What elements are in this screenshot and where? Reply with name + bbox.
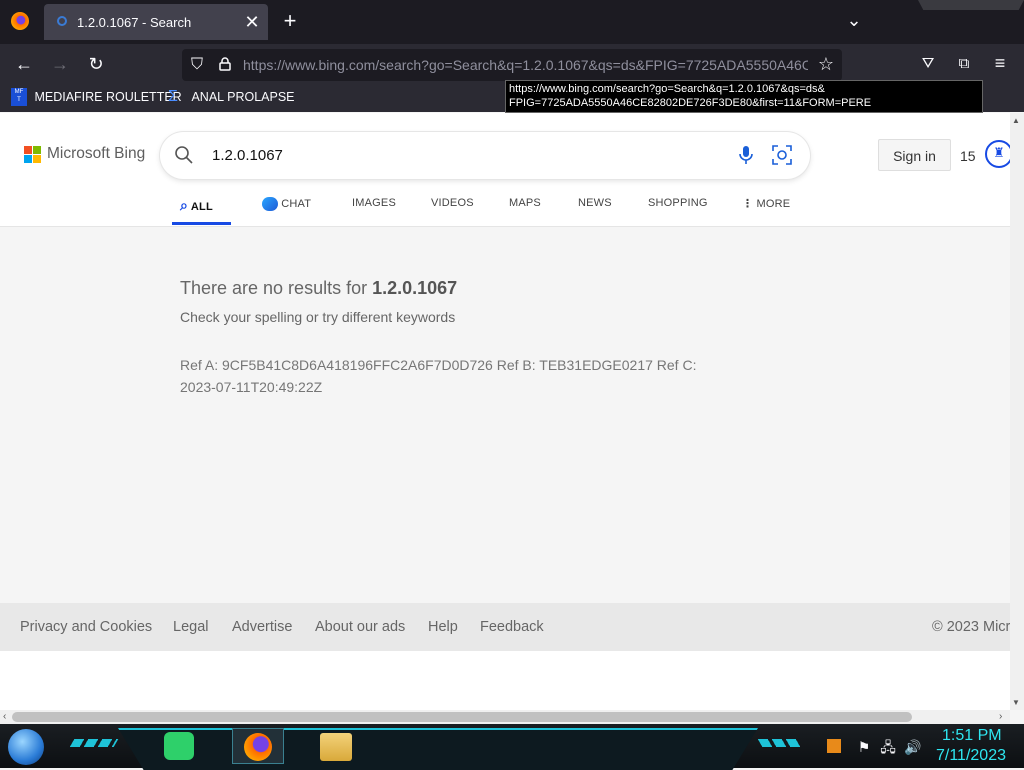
bookmark-sigma-icon: Σ [168, 88, 178, 105]
bookmark-label: ANAL PROLAPSE [191, 90, 295, 104]
microphone-icon[interactable] [738, 145, 754, 170]
taskbar-date[interactable]: 7/11/2023 [936, 747, 1006, 765]
taskbar-decoration-left [69, 739, 119, 747]
network-icon[interactable]: 🖧 [880, 737, 896, 757]
tab-chat[interactable]: CHAT [262, 197, 311, 211]
tooltip-line-2: FPIG=7725ADA5550A46CE82802DE726F3DE80&fi… [509, 97, 872, 109]
rewards-trophy-icon[interactable]: ♜ [985, 140, 1013, 168]
no-results-prefix: There are no results for [180, 278, 373, 298]
spelling-suggestion: Check your spelling or try different key… [180, 309, 456, 325]
search-input[interactable]: 1.2.0.1067 [212, 147, 283, 164]
horizontal-scroll-thumb[interactable] [12, 712, 912, 722]
taskbar-time[interactable]: 1:51 PM [942, 727, 1002, 745]
tab-label: MORE [756, 198, 791, 210]
close-tab-icon[interactable]: ✕ [243, 12, 261, 32]
footer-link-about-ads[interactable]: About our ads [315, 619, 405, 635]
footer-link-legal[interactable]: Legal [173, 619, 208, 635]
no-results-query: 1.2.0.1067 [372, 278, 458, 298]
lock-icon[interactable] [219, 57, 231, 71]
flag-icon[interactable]: ⚑ [856, 737, 872, 757]
new-tab-button[interactable]: + [280, 10, 300, 32]
forward-icon[interactable]: → [50, 54, 70, 74]
tab-videos[interactable]: VIDEOS [431, 197, 474, 209]
window-controls [918, 0, 1024, 10]
page-bottom [0, 651, 1010, 710]
tab-shopping[interactable]: SHOPPING [648, 197, 708, 209]
mediafire-icon: MF T [11, 88, 27, 106]
ref-line-2: 2023-07-11T20:49:22Z [180, 379, 323, 395]
search-icon: ⌕ [180, 197, 189, 213]
sign-in-button[interactable]: Sign in [878, 139, 951, 171]
vertical-scrollbar[interactable] [1010, 113, 1024, 710]
extensions-icon[interactable]: ⧉ [954, 54, 974, 74]
volume-icon[interactable]: 🔊 [904, 737, 921, 757]
taskbar-decoration-right [757, 739, 803, 747]
microsoft-logo-icon[interactable] [24, 146, 42, 164]
tray-app-icon[interactable] [827, 739, 841, 753]
file-explorer-icon[interactable] [320, 733, 352, 761]
start-button[interactable] [8, 729, 44, 765]
firefox-icon[interactable] [11, 12, 29, 30]
tab-more[interactable]: ⋮ MORE [742, 197, 790, 210]
scroll-up-icon[interactable]: ▲ [1012, 116, 1020, 125]
shield-icon[interactable]: ⛉ [188, 55, 206, 75]
footer-link-advertise[interactable]: Advertise [232, 619, 292, 635]
tab-label: CHAT [281, 198, 312, 210]
footer-link-privacy[interactable]: Privacy and Cookies [20, 619, 152, 635]
tab-title: 1.2.0.1067 - Search [77, 15, 192, 30]
scroll-down-icon[interactable]: ▼ [1012, 698, 1020, 707]
tab-images[interactable]: IMAGES [352, 197, 396, 209]
tab-label: ALL [190, 201, 213, 213]
url-tooltip: https://www.bing.com/search?go=Search&q=… [505, 80, 983, 113]
active-tab-indicator [172, 222, 231, 225]
footer-link-feedback[interactable]: Feedback [480, 619, 544, 635]
footer-link-help[interactable]: Help [428, 619, 458, 635]
taskbar-center-panel [118, 728, 758, 770]
menu-icon[interactable]: ≡ [990, 53, 1010, 73]
list-tabs-icon[interactable]: ⌄ [845, 10, 863, 30]
tab-all[interactable]: ⌕ ALL [180, 197, 213, 214]
bookmark-item-mediafire[interactable]: MF T MEDIAFIRE ROULETTER [11, 88, 182, 108]
bookmark-star-icon[interactable]: ☆ [816, 54, 836, 74]
search-icon[interactable] [174, 145, 194, 170]
bookmark-label: MEDIAFIRE ROULETTER [34, 90, 182, 104]
visual-search-icon[interactable] [771, 144, 793, 171]
tab-maps[interactable]: MAPS [509, 197, 541, 209]
reference-ids: Ref A: 9CF5B41C8D6A418196FFC2A6F7D0D726 … [180, 354, 710, 398]
scroll-right-icon[interactable]: › [999, 711, 1002, 722]
tooltip-line-1: https://www.bing.com/search?go=Search&q=… [509, 83, 825, 95]
ref-line-1: Ref A: 9CF5B41C8D6A418196FFC2A6F7D0D726 … [180, 357, 697, 373]
tab-favicon [57, 16, 67, 26]
footer-copyright: © 2023 Micr [932, 619, 1010, 635]
more-dots-icon: ⋮ [742, 198, 754, 210]
url-text[interactable]: https://www.bing.com/search?go=Search&q=… [243, 57, 808, 73]
tab-news[interactable]: NEWS [578, 197, 612, 209]
bookmark-item-second[interactable]: Σ ANAL PROLAPSE [168, 88, 295, 108]
rewards-points[interactable]: 15 [960, 148, 976, 164]
pocket-icon[interactable]: ⛛ [918, 54, 938, 74]
firefox-taskbar-icon[interactable] [232, 728, 284, 764]
bing-logo-text[interactable]: Microsoft Bing [47, 145, 145, 163]
back-icon[interactable]: ← [14, 54, 34, 74]
no-results-heading: There are no results for 1.2.0.1067 [180, 278, 457, 299]
reload-icon[interactable]: ↻ [86, 54, 106, 74]
chat-icon [262, 197, 278, 211]
notes-app-icon[interactable] [164, 732, 194, 760]
scroll-left-icon[interactable]: ‹ [3, 711, 6, 722]
